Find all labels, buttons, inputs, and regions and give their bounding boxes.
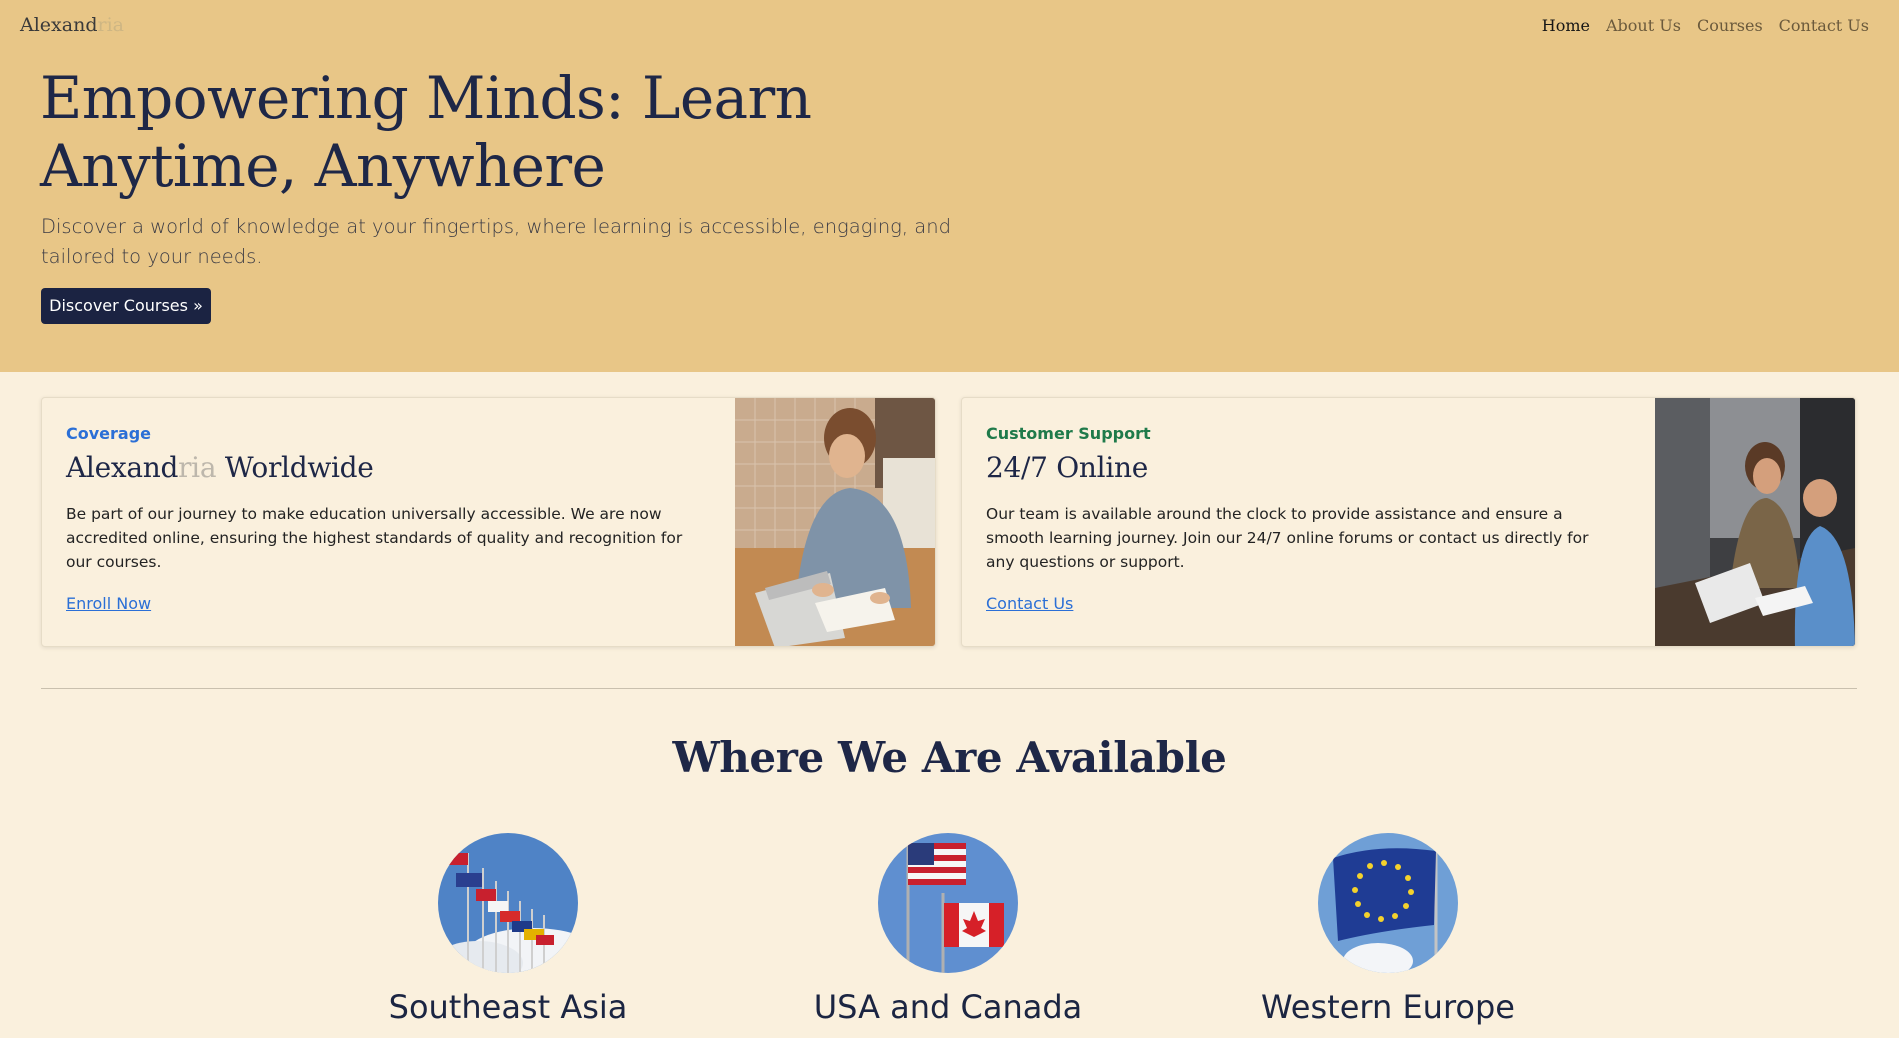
support-card-body: Customer Support 24/7 Online Our team is… bbox=[986, 424, 1646, 613]
region-western-europe[interactable]: Western Europe bbox=[1228, 833, 1548, 1026]
region-label-western-europe: Western Europe bbox=[1261, 988, 1515, 1026]
nav-courses[interactable]: Courses bbox=[1697, 16, 1763, 35]
coverage-title-rest: Worldwide bbox=[216, 451, 374, 484]
brand-text: Alexand bbox=[20, 14, 98, 36]
section-divider bbox=[41, 688, 1857, 689]
region-label-usa-and-canada: USA and Canada bbox=[813, 988, 1083, 1026]
hero-title: Empowering Minds: Learn Anytime, Anywher… bbox=[40, 64, 812, 200]
eu-flag-image bbox=[1318, 833, 1458, 973]
coverage-title-brand: Alexand bbox=[66, 451, 179, 484]
support-title: 24/7 Online bbox=[986, 451, 1148, 484]
hero-subtitle: Discover a world of knowledge at your fi… bbox=[41, 215, 951, 268]
support-card: Customer Support 24/7 Online Our team is… bbox=[961, 397, 1856, 647]
region-southeast-asia[interactable]: Southeast Asia bbox=[348, 833, 668, 1026]
coverage-title-brand-faded: ria bbox=[178, 451, 217, 484]
contact-us-link[interactable]: Contact Us bbox=[986, 594, 1073, 613]
nav-home[interactable]: Home bbox=[1542, 16, 1590, 35]
coverage-eyebrow: Coverage bbox=[66, 424, 152, 443]
coverage-card-body: Coverage Alexandria Worldwide Be part of… bbox=[66, 424, 726, 613]
region-label-southeast-asia: Southeast Asia bbox=[388, 988, 628, 1026]
nav-about-us[interactable]: About Us bbox=[1606, 16, 1681, 35]
student-laptop-photo bbox=[735, 398, 935, 646]
coverage-card: Coverage Alexandria Worldwide Be part of… bbox=[41, 397, 936, 647]
region-usa-and-canada[interactable]: USA and Canada bbox=[788, 833, 1108, 1026]
nav-contact-us[interactable]: Contact Us bbox=[1779, 16, 1869, 35]
hero-section: Alexandria Home About Us Courses Contact… bbox=[0, 0, 1899, 372]
discover-courses-button[interactable]: Discover Courses » bbox=[41, 288, 211, 324]
brand-logo[interactable]: Alexandria bbox=[20, 14, 124, 36]
coverage-text: Be part of our journey to make education… bbox=[66, 505, 683, 571]
coverage-title: Alexandria Worldwide bbox=[66, 451, 726, 484]
support-text: Our team is available around the clock t… bbox=[986, 505, 1589, 571]
support-eyebrow: Customer Support bbox=[986, 424, 1151, 443]
southeast-asia-flags-image bbox=[438, 833, 578, 973]
brand-text-faded: ria bbox=[97, 14, 124, 36]
availability-title: Where We Are Available bbox=[672, 733, 1227, 782]
usa-canada-flags-image bbox=[878, 833, 1018, 973]
team-meeting-photo bbox=[1655, 398, 1855, 646]
enroll-now-link[interactable]: Enroll Now bbox=[66, 594, 151, 613]
main-nav: Home About Us Courses Contact Us bbox=[1542, 16, 1869, 35]
